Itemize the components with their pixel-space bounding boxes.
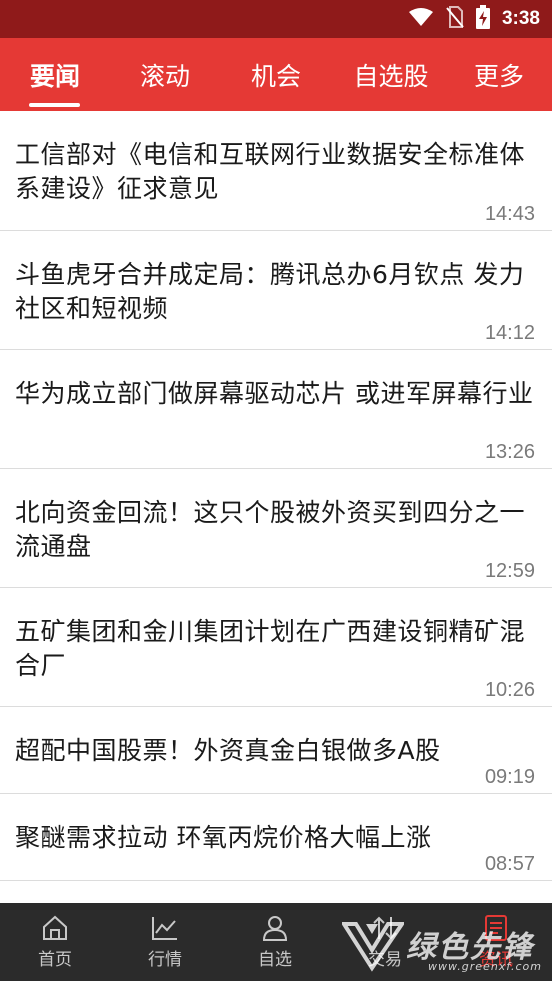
document-icon xyxy=(485,914,507,941)
active-tab-indicator xyxy=(29,103,80,107)
news-list: 工信部对《电信和互联网行业数据安全标准体系建设》征求意见 14:43 斗鱼虎牙合… xyxy=(0,111,552,903)
news-title: 北向资金回流！这只个股被外资买到四分之一流通盘 xyxy=(15,498,526,561)
news-title: 华为成立部门做屏幕驱动芯片 或进军屏幕行业 xyxy=(15,379,534,408)
no-sim-icon xyxy=(446,6,464,32)
tab-more[interactable]: 更多 xyxy=(458,38,540,111)
news-time: 10:26 xyxy=(484,679,535,701)
bottom-nav-label: 首页 xyxy=(38,949,72,970)
status-icons: 3:38 xyxy=(408,0,540,38)
news-time: 14:43 xyxy=(484,203,535,225)
news-item[interactable]: 华为成立部门做屏幕驱动芯片 或进军屏幕行业 13:26 xyxy=(0,350,552,469)
bottom-nav-label: 交易 xyxy=(368,949,402,970)
news-item[interactable]: 五矿集团和金川集团计划在广西建设铜精矿混合厂 10:26 xyxy=(0,588,552,707)
swap-icon xyxy=(373,916,397,939)
bottom-nav-home[interactable]: 首页 xyxy=(0,903,110,981)
news-time: 08:57 xyxy=(484,853,535,875)
bottom-nav-label: 自选 xyxy=(258,949,292,970)
battery-charging-icon xyxy=(475,5,490,33)
bottom-nav-news[interactable]: 资讯 xyxy=(440,903,552,981)
bottom-nav-watchlist[interactable]: 自选 xyxy=(220,903,330,981)
news-item[interactable]: 工信部对《电信和互联网行业数据安全标准体系建设》征求意见 14:43 xyxy=(0,111,552,231)
news-title: 五矿集团和金川集团计划在广西建设铜精矿混合厂 xyxy=(15,617,526,680)
bottom-nav: 首页 行情 自选 交易 资讯 xyxy=(0,903,552,981)
news-title: 超配中国股票！外资真金白银做多A股 xyxy=(15,736,441,765)
bottom-nav-market[interactable]: 行情 xyxy=(110,903,220,981)
top-tab-bar: 要闻 滚动 机会 自选股 更多 xyxy=(0,38,552,111)
status-bar: 3:38 xyxy=(0,0,552,38)
news-item[interactable]: 斗鱼虎牙合并成定局：腾讯总办6月钦点 发力社区和短视频 14:12 xyxy=(0,231,552,350)
tab-opportunity[interactable]: 机会 xyxy=(235,38,317,111)
news-time: 09:19 xyxy=(484,766,535,788)
news-time: 14:12 xyxy=(484,322,535,344)
bottom-nav-trade[interactable]: 交易 xyxy=(330,903,440,981)
user-icon xyxy=(262,915,288,941)
wifi-icon xyxy=(408,7,434,31)
tab-watchlist[interactable]: 自选股 xyxy=(336,38,446,111)
news-title: 工信部对《电信和互联网行业数据安全标准体系建设》征求意见 xyxy=(15,140,526,203)
news-time: 12:59 xyxy=(484,560,535,582)
news-item[interactable]: 超配中国股票！外资真金白银做多A股 09:19 xyxy=(0,707,552,794)
chart-icon xyxy=(152,916,177,940)
status-time: 3:38 xyxy=(501,8,540,29)
home-icon xyxy=(43,915,67,940)
bottom-nav-label: 资讯 xyxy=(479,949,513,970)
news-title: 斗鱼虎牙合并成定局：腾讯总办6月钦点 发力社区和短视频 xyxy=(15,260,525,323)
tab-rolling[interactable]: 滚动 xyxy=(124,38,206,111)
news-title: 聚醚需求拉动 环氧丙烷价格大幅上涨 xyxy=(15,823,432,852)
news-item[interactable]: 北向资金回流！这只个股被外资买到四分之一流通盘 12:59 xyxy=(0,469,552,588)
news-time: 13:26 xyxy=(484,441,535,463)
news-item[interactable]: 聚醚需求拉动 环氧丙烷价格大幅上涨 08:57 xyxy=(0,794,552,881)
tab-important-news[interactable]: 要闻 xyxy=(14,38,96,111)
bottom-nav-label: 行情 xyxy=(148,949,182,970)
